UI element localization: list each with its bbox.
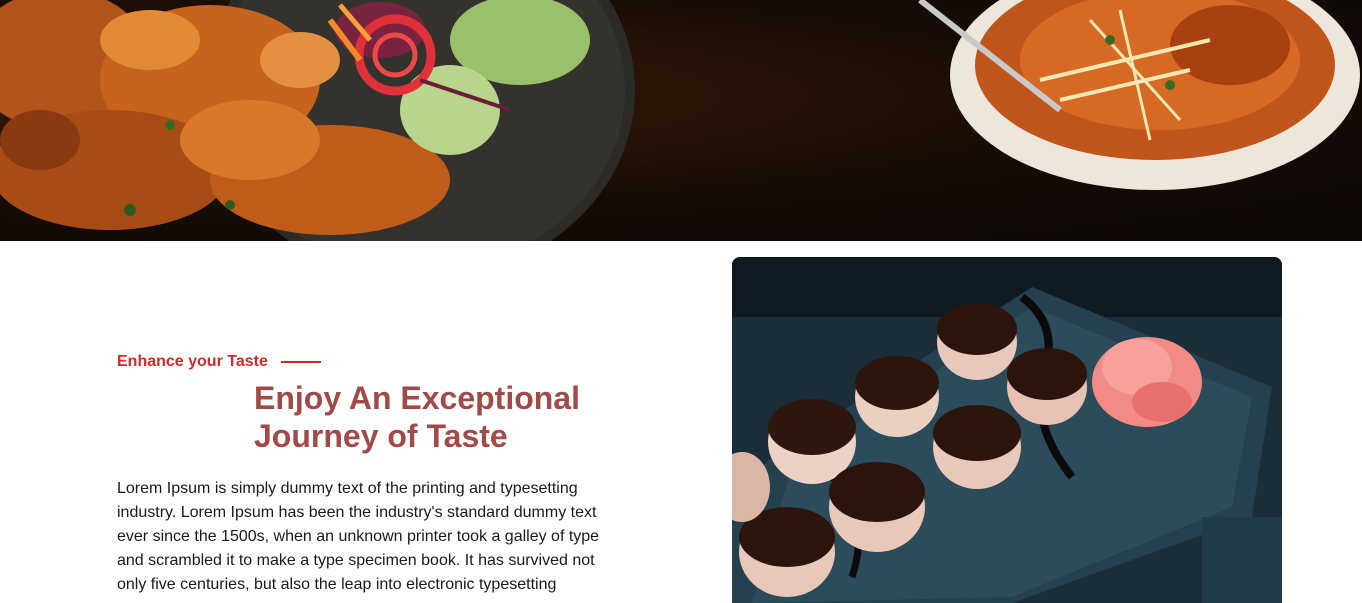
eyebrow-label: Enhance your Taste	[117, 353, 268, 370]
feature-dish-image	[732, 257, 1282, 603]
hero-banner	[0, 0, 1362, 241]
section-eyebrow: Enhance your Taste	[117, 353, 321, 371]
eyebrow-divider	[280, 361, 321, 363]
section-title: Enjoy An Exceptional Journey of Taste	[254, 379, 674, 455]
section-title-line1: Enjoy An Exceptional	[254, 380, 580, 416]
section-description: Lorem Ipsum is simply dummy text of the …	[117, 480, 600, 593]
intro-section: Enhance your Taste Enjoy An Exceptional …	[0, 241, 1362, 603]
section-title-line2: Journey of Taste	[254, 418, 508, 454]
hero-food-image	[0, 0, 1360, 241]
